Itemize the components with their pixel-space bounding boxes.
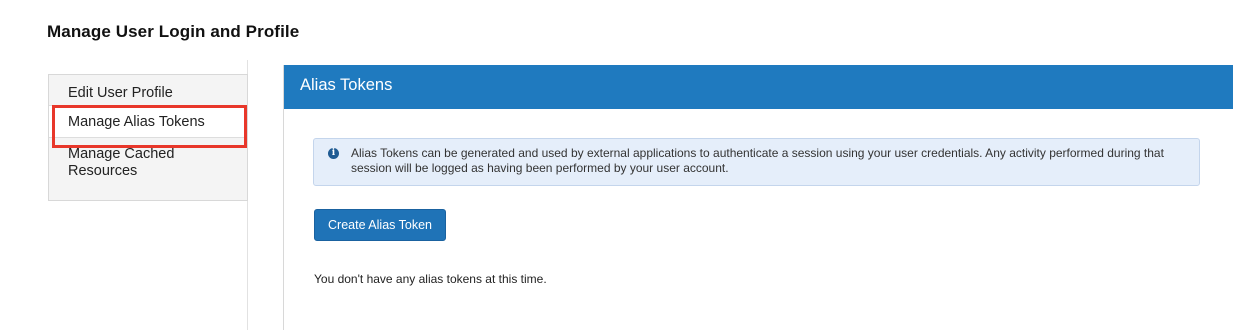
info-alert: i Alias Tokens can be generated and used… — [313, 138, 1200, 186]
alias-tokens-panel: Alias Tokens i Alias Tokens can be gener… — [283, 65, 1233, 330]
create-alias-token-button[interactable]: Create Alias Token — [314, 209, 446, 241]
sidebar-item-edit-user-profile[interactable]: Edit User Profile — [49, 75, 247, 106]
sidebar-item-manage-cached-resources[interactable]: Manage Cached Resources — [49, 138, 247, 200]
sidebar-nav: Edit User Profile Manage Alias Tokens Ma… — [48, 74, 248, 201]
page-title: Manage User Login and Profile — [47, 22, 300, 41]
empty-state-message: You don't have any alias tokens at this … — [314, 272, 547, 286]
info-alert-text: Alias Tokens can be generated and used b… — [351, 146, 1164, 175]
sidebar-item-manage-alias-tokens[interactable]: Manage Alias Tokens — [49, 106, 247, 138]
panel-header: Alias Tokens — [284, 65, 1233, 109]
info-circle-icon: i — [328, 148, 339, 159]
